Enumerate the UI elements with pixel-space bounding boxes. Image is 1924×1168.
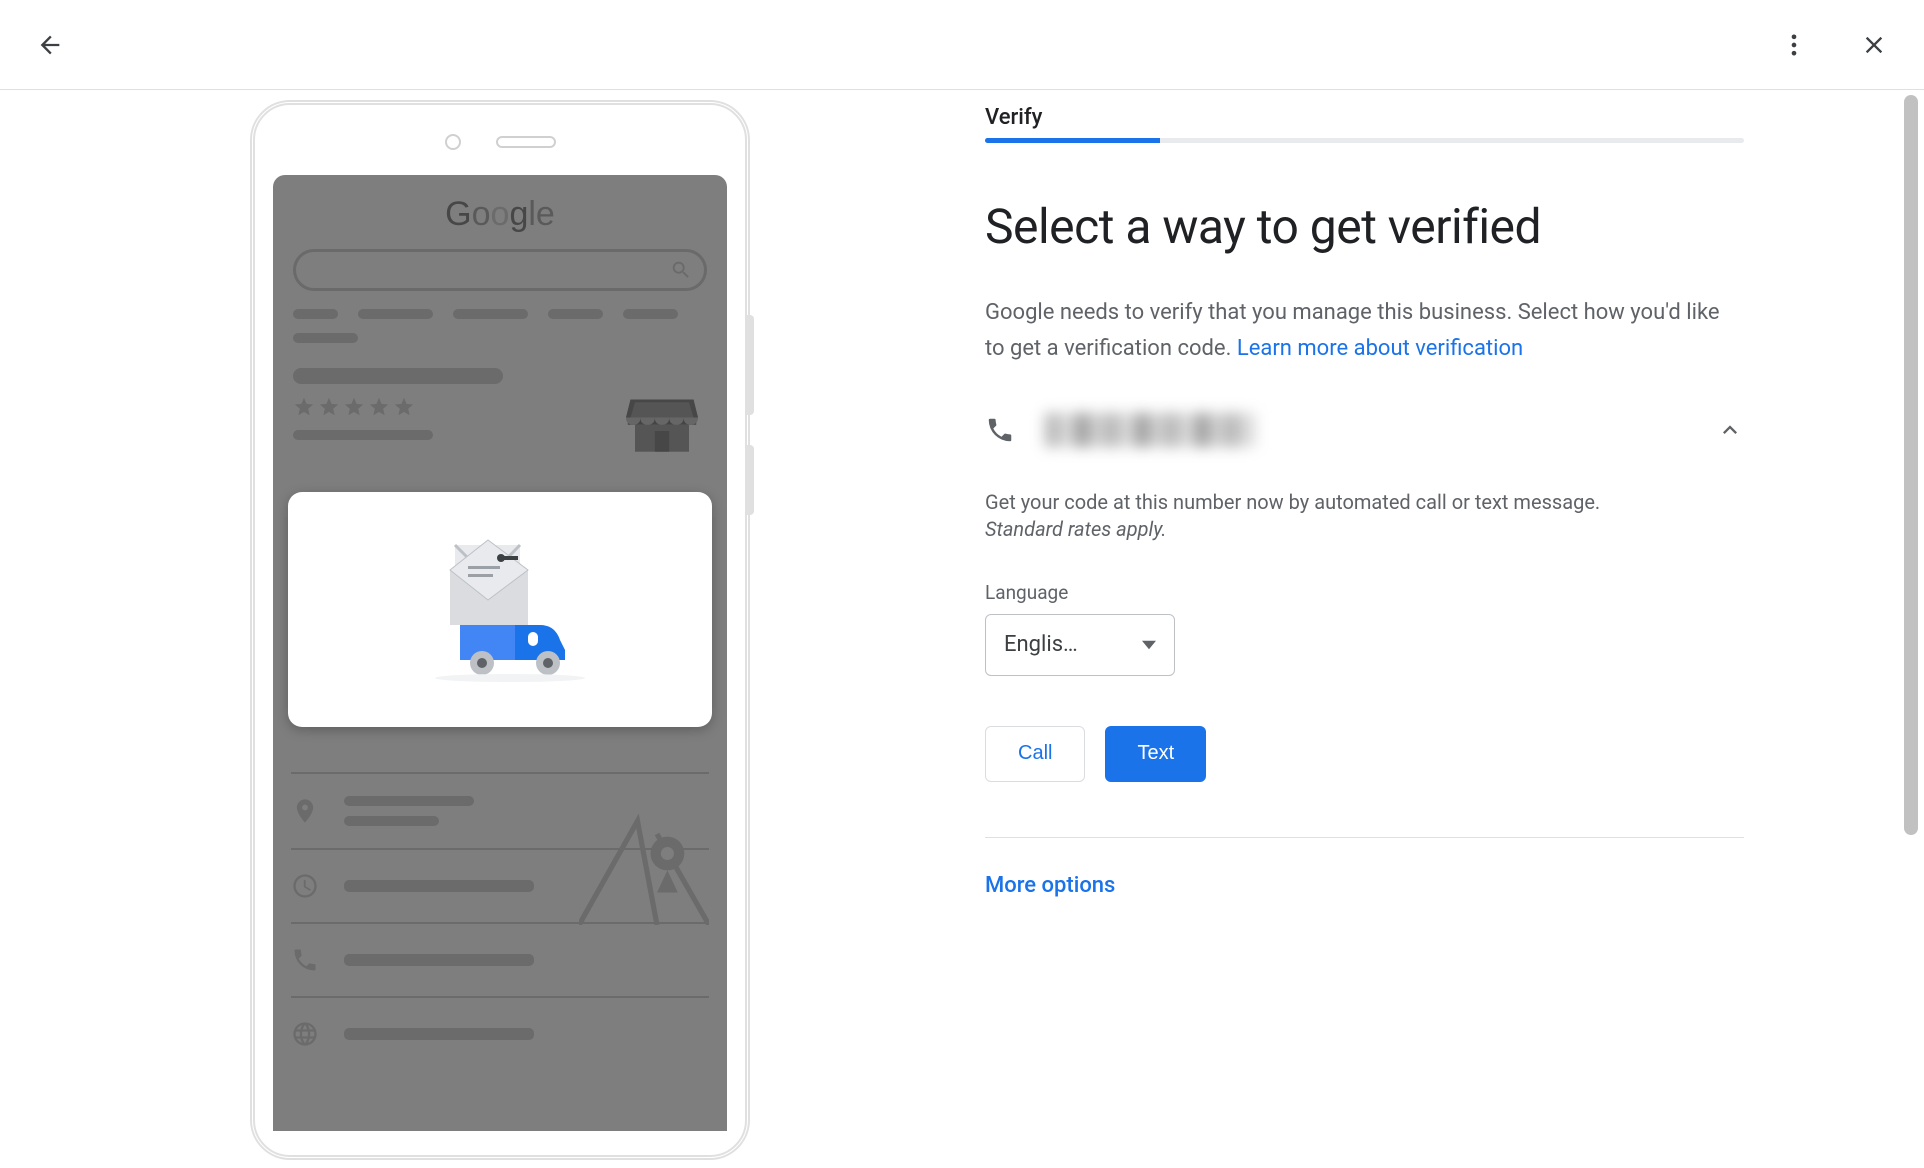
location-pin-icon xyxy=(291,797,319,825)
phone-icon xyxy=(985,415,1015,445)
phone-icon xyxy=(291,946,319,974)
illustration-card xyxy=(288,492,712,727)
map-thumbnail xyxy=(579,795,709,925)
option-description: Get your code at this number now by auto… xyxy=(985,487,1744,517)
search-bar-mock xyxy=(293,249,707,291)
phone-number-obscured xyxy=(1045,413,1255,447)
back-arrow-icon xyxy=(36,31,64,59)
learn-more-link[interactable]: Learn more about verification xyxy=(1237,336,1523,361)
globe-icon xyxy=(291,1020,319,1048)
progress-bar xyxy=(985,138,1744,143)
google-logo: Google xyxy=(273,175,727,249)
phone-verification-option: Get your code at this number now by auto… xyxy=(985,413,1744,782)
scrollbar[interactable] xyxy=(1904,95,1918,835)
language-select[interactable]: Englis… xyxy=(985,614,1175,676)
clock-icon xyxy=(291,872,319,900)
dropdown-arrow-icon xyxy=(1142,638,1156,652)
main-panel: Verify Select a way to get verified Goog… xyxy=(770,90,1924,1168)
phone-option-header[interactable] xyxy=(985,413,1744,447)
chevron-up-icon xyxy=(1716,416,1744,444)
header-bar xyxy=(0,0,1924,90)
language-label: Language xyxy=(985,581,1744,604)
back-button[interactable] xyxy=(30,25,70,65)
phone-mockup: Google xyxy=(250,100,750,1160)
more-button[interactable] xyxy=(1774,25,1814,65)
more-options-link[interactable]: More options xyxy=(985,873,1744,898)
page-heading: Select a way to get verified xyxy=(985,198,1744,255)
text-button[interactable]: Text xyxy=(1105,726,1206,782)
step-label: Verify xyxy=(985,105,1744,130)
close-icon xyxy=(1860,31,1888,59)
rates-notice: Standard rates apply. xyxy=(985,517,1166,541)
storefront-icon xyxy=(617,368,707,462)
call-button[interactable]: Call xyxy=(985,726,1085,782)
preview-panel: Google xyxy=(250,90,770,1168)
more-vert-icon xyxy=(1780,31,1808,59)
close-button[interactable] xyxy=(1854,25,1894,65)
description: Google needs to verify that you manage t… xyxy=(985,295,1744,368)
divider xyxy=(985,837,1744,838)
search-icon xyxy=(670,259,692,281)
